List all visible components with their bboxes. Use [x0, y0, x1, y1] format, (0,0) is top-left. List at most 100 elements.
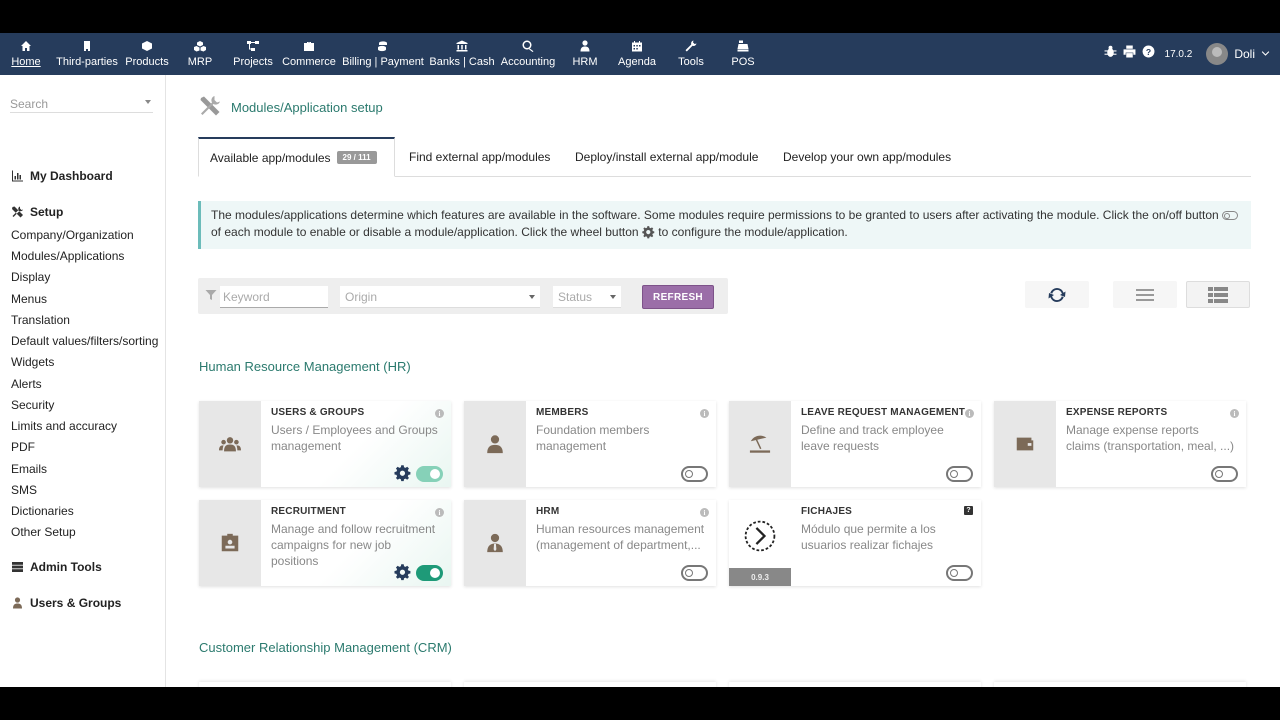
refresh-button[interactable]: REFRESH	[642, 285, 714, 309]
question-icon[interactable]: ?	[964, 506, 973, 515]
module-toggle[interactable]	[416, 565, 443, 581]
wrench-icon	[684, 40, 698, 52]
users-icon	[219, 437, 241, 452]
sidebar-item-display[interactable]: Display	[11, 270, 50, 284]
sidebar-item-menus[interactable]: Menus	[11, 292, 47, 306]
sidebar-item-label: Setup	[30, 205, 64, 219]
module-description: Users / Employees and Groups management	[271, 423, 438, 453]
sidebar-item-sms[interactable]: SMS	[11, 483, 37, 497]
server-icon	[12, 562, 23, 572]
module-toggle[interactable]	[416, 466, 443, 482]
gear-icon[interactable]	[394, 465, 411, 482]
module-card-partial	[994, 682, 1246, 687]
module-toggle[interactable]	[681, 565, 708, 581]
sidebar-item-widgets[interactable]: Widgets	[11, 355, 54, 369]
help-icon[interactable]: ?	[1142, 45, 1155, 63]
sidebar-item-admin-tools[interactable]: Admin Tools	[11, 560, 102, 574]
status-placeholder: Status	[558, 290, 593, 304]
module-picto	[199, 401, 261, 487]
module-card-recruitment: RECRUITMENT Manage and follow recruitmen…	[199, 500, 451, 586]
keyword-input[interactable]	[220, 286, 328, 308]
sidebar-item-users-groups[interactable]: Users & Groups	[11, 596, 121, 610]
menu-products[interactable]: Products	[124, 33, 170, 75]
sidebar-item-setup[interactable]: Setup	[11, 205, 63, 219]
sidebar-item-my-dashboard[interactable]: My Dashboard	[11, 169, 113, 183]
info-icon[interactable]: i	[965, 409, 974, 418]
sidebar-item-company[interactable]: Company/Organization	[11, 228, 134, 242]
module-toggle[interactable]	[946, 565, 973, 581]
sidebar-item-pdf[interactable]: PDF	[11, 440, 35, 454]
sidebar-item-label: Users & Groups	[30, 596, 122, 610]
module-picto: 0.9.3	[729, 500, 791, 586]
version-label: 17.0.2	[1164, 48, 1193, 60]
building-icon	[80, 40, 94, 52]
menu-accounting[interactable]: Accounting	[501, 33, 555, 75]
module-card-fichajes: 0.9.3 FICHAJES Módulo que permite a los …	[729, 500, 981, 586]
info-icon[interactable]: i	[435, 409, 444, 418]
module-toggle[interactable]	[1211, 466, 1238, 482]
menu-label: Tools	[678, 56, 704, 68]
menu-pos[interactable]: POS	[728, 33, 758, 75]
info-text-2: of each module to enable or disable a mo…	[211, 225, 639, 239]
printer-icon[interactable]	[1123, 45, 1136, 63]
menu-commerce[interactable]: Commerce	[282, 33, 336, 75]
gear-icon[interactable]	[394, 564, 411, 581]
sidebar-item-modules[interactable]: Modules/Applications	[11, 249, 124, 263]
tab-find-external[interactable]: Find external app/modules	[398, 137, 561, 177]
module-card-members: MEMBERS Foundation members management i	[464, 401, 716, 487]
chevron-down-icon	[529, 295, 535, 299]
tab-deploy-external[interactable]: Deploy/install external app/module	[564, 137, 769, 177]
status-select[interactable]: Status	[553, 286, 621, 308]
info-icon[interactable]: i	[435, 508, 444, 517]
sidebar-item-alerts[interactable]: Alerts	[11, 377, 42, 391]
sidebar-item-dictionaries[interactable]: Dictionaries	[11, 504, 74, 518]
menu-banks-cash[interactable]: Banks | Cash	[429, 33, 495, 75]
reload-view-button[interactable]	[1025, 281, 1089, 308]
menu-label: Third-parties	[56, 56, 118, 68]
sidebar-item-translation[interactable]: Translation	[11, 313, 70, 327]
list-view-button[interactable]	[1113, 281, 1177, 308]
menu-billing-payment[interactable]: Billing | Payment	[342, 33, 424, 75]
chevron-down-icon[interactable]	[145, 100, 151, 104]
kanban-view-button[interactable]	[1186, 281, 1250, 308]
sidebar-item-label: Admin Tools	[30, 560, 102, 574]
module-title: MEMBERS	[536, 407, 589, 418]
tab-available-modules[interactable]: Available app/modules 29 / 111	[198, 137, 395, 177]
tab-develop-own[interactable]: Develop your own app/modules	[772, 137, 962, 177]
module-description: Foundation members management	[536, 423, 650, 453]
cubes-icon	[193, 40, 207, 52]
user-icon	[13, 597, 22, 609]
university-icon	[455, 40, 469, 52]
module-toggle[interactable]	[946, 466, 973, 482]
module-description: Human resources management (management o…	[536, 522, 705, 552]
sidebar-item-security[interactable]: Security	[11, 398, 54, 412]
sidebar-search[interactable]	[10, 95, 153, 113]
menu-hrm[interactable]: HRM	[570, 33, 600, 75]
menu-label: Products	[125, 56, 169, 68]
sidebar-item-other-setup[interactable]: Other Setup	[11, 525, 76, 539]
gear-icon	[642, 226, 655, 239]
username-label[interactable]: Doli	[1234, 47, 1255, 61]
origin-select[interactable]: Origin	[340, 286, 540, 308]
info-icon[interactable]: i	[700, 409, 709, 418]
module-toggle[interactable]	[681, 466, 708, 482]
sidebar-item-limits[interactable]: Limits and accuracy	[11, 419, 117, 433]
bug-icon[interactable]	[1104, 45, 1117, 63]
menu-third-parties[interactable]: Third-parties	[55, 33, 119, 75]
info-icon[interactable]: i	[1230, 409, 1239, 418]
section-title-crm: Customer Relationship Management (CRM)	[199, 640, 452, 655]
menu-projects[interactable]: Projects	[231, 33, 275, 75]
chevron-down-icon	[610, 295, 616, 299]
menu-agenda[interactable]: Agenda	[617, 33, 657, 75]
menu-label: Projects	[233, 56, 273, 68]
menu-tools[interactable]: Tools	[674, 33, 708, 75]
sidebar-item-default-values[interactable]: Default values/filters/sorting	[11, 334, 158, 348]
info-icon[interactable]: i	[700, 508, 709, 517]
menu-mrp[interactable]: MRP	[183, 33, 217, 75]
menu-home[interactable]: Home	[5, 33, 47, 75]
sidebar-item-emails[interactable]: Emails	[11, 462, 47, 476]
search-input[interactable]	[10, 97, 135, 111]
avatar[interactable]	[1206, 43, 1229, 65]
module-title: FICHAJES	[801, 506, 853, 517]
chevron-down-icon[interactable]	[1261, 45, 1270, 63]
